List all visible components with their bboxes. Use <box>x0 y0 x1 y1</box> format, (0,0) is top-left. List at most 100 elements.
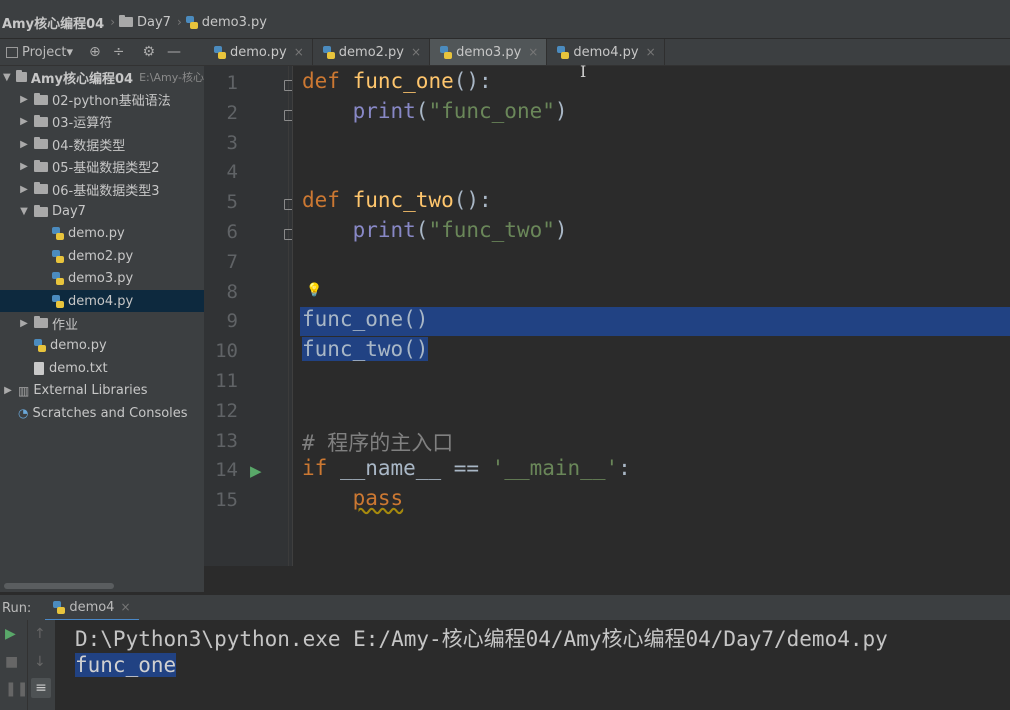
soft-wrap-icon[interactable]: ≡ <box>31 678 51 698</box>
close-icon[interactable]: × <box>528 45 538 59</box>
text-file-icon <box>34 361 44 375</box>
close-icon[interactable]: × <box>120 600 130 614</box>
line-number: 10 <box>215 340 238 363</box>
scrollbar-thumb[interactable] <box>4 583 114 589</box>
tree-item[interactable]: demo3.py <box>0 268 204 290</box>
tree-item-label: Scratches and Consoles <box>32 405 188 421</box>
line-number: 3 <box>226 131 238 154</box>
collapsed-arrow-icon[interactable]: ▶ <box>18 318 30 329</box>
tree-item-label: demo2.py <box>68 248 134 264</box>
breadcrumb-file[interactable]: demo3.py <box>185 14 267 30</box>
punctuation: (): <box>453 69 492 93</box>
tree-item[interactable]: ▶ ▥ External Libraries <box>0 379 204 401</box>
tree-item[interactable]: demo4.py <box>0 289 204 313</box>
code-editor[interactable]: def func_one(): print("func_one") def fun… <box>292 62 1010 566</box>
collapsed-arrow-icon[interactable]: ▶ <box>2 385 14 396</box>
line-number: 5 <box>226 191 238 214</box>
tree-item-label: External Libraries <box>33 383 148 399</box>
breadcrumb-label: demo3.py <box>201 14 267 30</box>
scratches-icon: ◔ <box>18 406 29 421</box>
collapse-all-icon[interactable]: ÷ <box>113 44 125 60</box>
stop-icon[interactable]: ■ <box>5 654 18 670</box>
tree-item[interactable]: demo.py <box>0 335 204 357</box>
close-icon[interactable]: × <box>294 45 304 59</box>
scroll-down-icon[interactable]: ↓ <box>34 654 46 670</box>
crosshair-icon[interactable]: ⊕ <box>89 44 101 60</box>
python-file-icon <box>185 15 198 29</box>
code-line-13: # 程序的主入口 <box>302 427 453 457</box>
tree-item[interactable]: demo.txt <box>0 357 204 379</box>
keyword: def <box>302 188 340 213</box>
console-output-line: func_one <box>75 653 177 677</box>
gear-icon[interactable]: ⚙ <box>142 44 155 60</box>
line-number: 9 <box>226 310 238 333</box>
tree-item[interactable]: ▶ 02-python基础语法 <box>0 88 204 110</box>
tree-item[interactable]: demo.py <box>0 223 204 245</box>
run-tool-window-header: Run: demo4 × <box>0 594 1010 621</box>
collapsed-arrow-icon[interactable]: ▶ <box>18 94 30 105</box>
tree-item[interactable]: ▶ 04-数据类型 <box>0 133 204 155</box>
tab-demo-py[interactable]: demo.py × <box>204 39 313 65</box>
tab-demo4-py[interactable]: demo4.py × <box>547 39 665 65</box>
tree-item[interactable]: ◔ Scratches and Consoles <box>0 402 204 424</box>
expression: __name__ == <box>339 456 492 481</box>
tree-item-label: 02-python基础语法 <box>52 94 171 110</box>
tree-item[interactable]: ▶ 作业 <box>0 312 204 334</box>
pause-icon[interactable]: ❚❚ <box>5 681 28 697</box>
tree-item[interactable]: ▼ Amy核心编程04 E:\Amy-核心 <box>0 66 204 88</box>
breadcrumb-project[interactable]: Amy核心编程04 <box>2 13 104 32</box>
navigation-bar: Amy核心编程04 › Day7 › demo3.py <box>0 6 1010 39</box>
line-number: 6 <box>226 221 238 243</box>
run-label: Run: <box>2 600 32 616</box>
chevron-right-icon: › <box>110 15 115 29</box>
collapsed-arrow-icon[interactable]: ▶ <box>18 139 30 150</box>
scroll-up-icon[interactable]: ↑ <box>34 626 46 642</box>
editor-margin <box>292 66 293 566</box>
project-view-icon <box>6 46 18 58</box>
tree-item[interactable]: demo2.py <box>0 245 204 267</box>
rerun-icon[interactable]: ▶ <box>5 626 16 642</box>
tree-item[interactable]: ▶ 05-基础数据类型2 <box>0 156 204 178</box>
run-console[interactable]: D:\Python3\python.exe E:/Amy-核心编程04/Amy核… <box>55 620 1010 710</box>
folder-icon <box>34 204 48 217</box>
folder-icon <box>34 159 48 172</box>
folder-icon <box>34 182 48 195</box>
function-name: func_two <box>352 188 454 213</box>
project-view-dropdown[interactable]: Project▾ <box>22 45 73 60</box>
expanded-arrow-icon[interactable]: ▼ <box>2 72 12 83</box>
expanded-arrow-icon[interactable]: ▼ <box>18 206 30 217</box>
close-icon[interactable]: × <box>411 45 421 59</box>
collapsed-arrow-icon[interactable]: ▶ <box>18 161 30 172</box>
builtin: print <box>352 218 416 242</box>
tree-item-label: Amy核心编程04 <box>30 71 134 87</box>
python-file-icon <box>52 272 64 286</box>
folder-icon <box>34 114 48 127</box>
breadcrumb-folder[interactable]: Day7 <box>119 15 171 30</box>
run-gutter-icon[interactable]: ▶ <box>250 462 262 480</box>
tab-demo3-py[interactable]: demo3.py × <box>430 39 548 65</box>
code-line-2: print("func_one") <box>302 99 568 123</box>
close-icon[interactable]: × <box>646 45 656 59</box>
editor-gutter: 1 2 3 4 5 6 7 8 9 10 11 12 13 14 15 ▶ <box>204 66 293 566</box>
tab-label: demo2.py <box>338 44 404 60</box>
tree-item-path: E:\Amy-核心 <box>139 71 204 85</box>
folder-icon <box>34 316 48 329</box>
collapsed-arrow-icon[interactable]: ▶ <box>18 116 30 127</box>
tab-demo2-py[interactable]: demo2.py × <box>313 39 431 65</box>
line-number: 1 <box>226 72 238 94</box>
tree-item[interactable]: ▶ 06-基础数据类型3 <box>0 178 204 200</box>
collapsed-arrow-icon[interactable]: ▶ <box>18 184 30 195</box>
tree-item[interactable]: ▼ Day7 <box>0 200 204 222</box>
tree-item-label: Day7 <box>52 204 86 220</box>
tree-item[interactable]: ▶ 03-运算符 <box>0 111 204 133</box>
tree-item-label: 04-数据类型 <box>52 138 126 154</box>
python-file-icon <box>52 249 64 263</box>
keyword: pass <box>352 486 404 511</box>
line-number: 4 <box>226 161 238 184</box>
library-icon: ▥ <box>18 383 30 398</box>
lightbulb-icon[interactable]: 💡 <box>306 283 322 298</box>
console-command-line: D:\Python3\python.exe E:/Amy-核心编程04/Amy核… <box>75 627 888 651</box>
python-file-icon <box>557 45 570 59</box>
run-tab-demo4[interactable]: demo4 × <box>45 595 139 621</box>
hide-panel-icon[interactable]: — <box>167 44 181 60</box>
